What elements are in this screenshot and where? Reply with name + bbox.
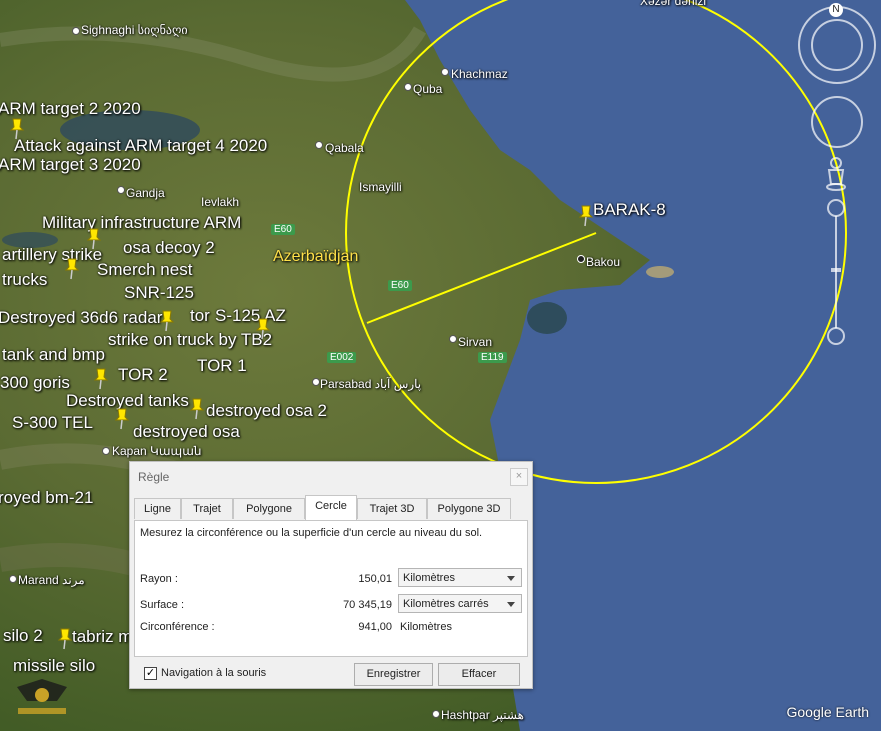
placemark-label[interactable]: ARM target 3 2020 bbox=[0, 155, 141, 175]
pushpin-icon[interactable] bbox=[58, 628, 72, 650]
city-label: Quba bbox=[413, 82, 443, 96]
tab-polygon-3d[interactable]: Polygone 3D bbox=[427, 498, 511, 519]
radius-value: 150,01 bbox=[358, 573, 392, 585]
chevron-down-icon bbox=[507, 576, 515, 581]
tab-polygon[interactable]: Polygone bbox=[233, 498, 305, 519]
road-shield: E002 bbox=[327, 352, 357, 363]
area-unit-select[interactable]: Kilomètres carrés bbox=[398, 594, 522, 613]
placemark-label[interactable]: Smerch nest bbox=[97, 260, 192, 280]
city-label: Ievlakh bbox=[201, 195, 240, 209]
forum-logo bbox=[17, 679, 67, 714]
look-joystick[interactable] bbox=[811, 19, 863, 71]
city-label: Qabala bbox=[325, 141, 364, 155]
placemark-label[interactable]: trucks bbox=[2, 270, 47, 290]
placemark-label[interactable]: TOR 1 bbox=[197, 356, 247, 376]
pushpin-icon[interactable] bbox=[256, 318, 270, 340]
ruler-dialog: Règle × Ligne Trajet Polygone Cercle Tra… bbox=[129, 461, 533, 689]
description: Mesurez la circonférence ou la superfici… bbox=[140, 527, 483, 539]
zoom-slider[interactable] bbox=[826, 198, 846, 348]
city-dot bbox=[117, 186, 125, 194]
placemark-label[interactable]: S-300 TEL bbox=[12, 413, 93, 433]
city-dot bbox=[102, 447, 110, 455]
pushpin-icon[interactable] bbox=[160, 310, 174, 332]
radius-unit: Kilomètres bbox=[403, 572, 455, 584]
save-button[interactable]: Enregistrer bbox=[354, 663, 433, 686]
city-dot bbox=[432, 710, 440, 718]
pushpin-icon[interactable] bbox=[10, 118, 24, 140]
dialog-title: Règle bbox=[138, 470, 170, 484]
placemark-label[interactable]: strike on truck by TB2 bbox=[108, 330, 272, 350]
placemark-label[interactable]: Military infrastructure ARM bbox=[42, 213, 241, 233]
placemark-label[interactable]: Attack against ARM target 4 2020 bbox=[14, 136, 267, 156]
placemark-label[interactable]: silo 2 bbox=[3, 626, 43, 646]
pushpin-icon[interactable] bbox=[87, 228, 101, 250]
placemark-label[interactable]: tabriz m bbox=[72, 627, 132, 647]
road-shield: E60 bbox=[271, 224, 295, 235]
city-label: Khachmaz bbox=[451, 67, 508, 81]
area-label: Surface : bbox=[140, 599, 185, 611]
clear-button[interactable]: Effacer bbox=[438, 663, 520, 686]
tab-path[interactable]: Trajet bbox=[181, 498, 233, 519]
mouse-navigation-label: Navigation à la souris bbox=[161, 667, 267, 679]
city-dot bbox=[312, 378, 320, 386]
tab-circle[interactable]: Cercle bbox=[305, 495, 357, 520]
pushpin-icon[interactable] bbox=[579, 205, 593, 227]
placemark-label[interactable]: tank and bmp bbox=[2, 345, 105, 365]
sea-label: Xəzər dənizi bbox=[640, 0, 707, 8]
city-label: Sighnaghi სიღნაღი bbox=[81, 23, 188, 37]
city-label: Sirvan bbox=[458, 335, 493, 349]
road-shield: E119 bbox=[478, 352, 507, 363]
city-label: Ismayilli bbox=[359, 180, 402, 194]
city-label: Kapan Կապան bbox=[112, 444, 202, 458]
city-label: Gandja bbox=[126, 186, 165, 200]
country-label: Azerbaïdjan bbox=[273, 248, 359, 265]
area-unit: Kilomètres carrés bbox=[403, 598, 489, 610]
city-dot bbox=[404, 83, 412, 91]
city-dot bbox=[577, 255, 585, 263]
city-label: Marand مرند bbox=[18, 573, 85, 587]
placemark-label[interactable]: S-125 AZ bbox=[215, 306, 286, 326]
city-dot bbox=[9, 575, 17, 583]
placemark-label[interactable]: 300 goris bbox=[0, 373, 70, 393]
city-dot bbox=[449, 335, 457, 343]
pushpin-icon[interactable] bbox=[115, 408, 129, 430]
road-shield: E60 bbox=[388, 280, 412, 291]
city-dot bbox=[72, 27, 80, 35]
pushpin-icon[interactable] bbox=[94, 368, 108, 390]
pushpin-icon[interactable] bbox=[65, 258, 79, 280]
placemark-label[interactable]: ARM target 2 2020 bbox=[0, 99, 141, 119]
radius-label: Rayon : bbox=[140, 573, 178, 585]
chevron-down-icon bbox=[507, 602, 515, 607]
city-label: Parsabad پارس آباد bbox=[320, 377, 422, 391]
placemark-label[interactable]: royed bm-21 bbox=[0, 488, 93, 508]
placemark-label[interactable]: SNR-125 bbox=[124, 283, 194, 303]
radius-unit-select[interactable]: Kilomètres bbox=[398, 568, 522, 587]
tab-path-3d[interactable]: Trajet 3D bbox=[357, 498, 427, 519]
placemark-label[interactable]: Destroyed 36d6 radar bbox=[0, 308, 162, 328]
mouse-navigation-checkbox[interactable]: ✓ bbox=[144, 667, 157, 680]
area-value: 70 345,19 bbox=[343, 599, 392, 611]
north-icon[interactable]: N bbox=[829, 3, 843, 17]
tab-line[interactable]: Ligne bbox=[134, 498, 181, 519]
circumference-unit: Kilomètres bbox=[400, 621, 452, 633]
city-dot bbox=[441, 68, 449, 76]
circumference-label: Circonférence : bbox=[140, 621, 215, 633]
close-button[interactable]: × bbox=[510, 468, 528, 486]
move-joystick[interactable] bbox=[811, 96, 863, 148]
city-label: Bakou bbox=[586, 255, 621, 269]
placemark-label[interactable]: missile silo bbox=[13, 656, 95, 676]
placemark-label[interactable]: BARAK-8 bbox=[593, 200, 666, 220]
placemark-label[interactable]: destroyed osa bbox=[133, 422, 240, 442]
placemark-label[interactable]: destroyed osa 2 bbox=[206, 401, 327, 421]
placemark-label[interactable]: tor bbox=[190, 306, 210, 326]
placemark-label[interactable]: osa decoy 2 bbox=[123, 238, 215, 258]
city-label: Hashtpar هشتپر bbox=[441, 708, 524, 722]
placemark-label[interactable]: TOR 2 bbox=[118, 365, 168, 385]
city-dot bbox=[315, 141, 323, 149]
google-earth-logo: Google Earth bbox=[786, 704, 870, 720]
circle-panel: Mesurez la circonférence ou la superfici… bbox=[134, 520, 528, 657]
circumference-value: 941,00 bbox=[358, 621, 392, 633]
street-view-pegman-icon[interactable] bbox=[824, 156, 848, 192]
pushpin-icon[interactable] bbox=[190, 398, 204, 420]
